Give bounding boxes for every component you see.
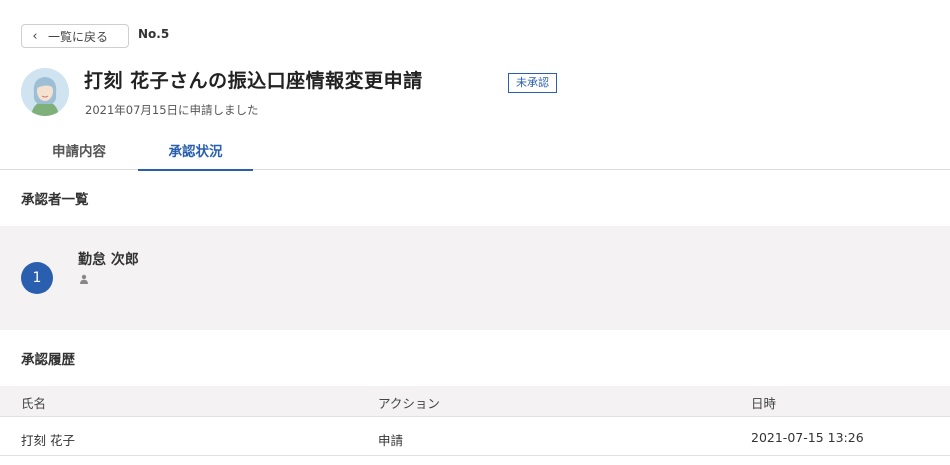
chevron-left-icon: ‹: [32, 28, 38, 44]
history-section-title: 承認履歴: [21, 352, 75, 368]
avatar: [21, 68, 69, 116]
page-title: 打刻 花子さんの振込口座情報変更申請: [84, 70, 423, 92]
approval-history-table: 氏名 アクション 日時 打刻 花子 申請 2021-07-15 13:26: [0, 386, 950, 456]
column-header-name: 氏名: [21, 396, 47, 411]
tab-bar: 申請内容 承認状況: [0, 139, 950, 171]
person-icon: [80, 274, 88, 284]
tab-approval-status[interactable]: 承認状況: [138, 139, 253, 171]
column-header-datetime: 日時: [751, 396, 777, 411]
back-to-list-button[interactable]: ‹ 一覧に戻る: [21, 24, 129, 48]
approvers-section-title: 承認者一覧: [21, 192, 89, 208]
history-action-cell: 申請: [378, 433, 404, 448]
status-badge: 未承認: [508, 73, 557, 93]
approval-step-number: 1: [21, 262, 53, 294]
submitted-date-text: 2021年07月15日に申請しました: [85, 103, 259, 117]
avatar-illustration: [21, 68, 69, 116]
table-header: 氏名 アクション 日時: [0, 386, 950, 416]
request-number: No.5: [138, 27, 170, 41]
approver-list: 1 勤怠 次郎: [0, 226, 950, 330]
column-header-action: アクション: [378, 396, 440, 411]
history-datetime-cell: 2021-07-15 13:26: [751, 430, 864, 445]
approver-name: 勤怠 次郎: [78, 252, 139, 268]
history-name-cell: 打刻 花子: [21, 433, 75, 448]
table-row: 打刻 花子 申請 2021-07-15 13:26: [0, 416, 950, 456]
tab-request-content[interactable]: 申請内容: [20, 139, 138, 170]
back-button-label: 一覧に戻る: [48, 29, 109, 44]
